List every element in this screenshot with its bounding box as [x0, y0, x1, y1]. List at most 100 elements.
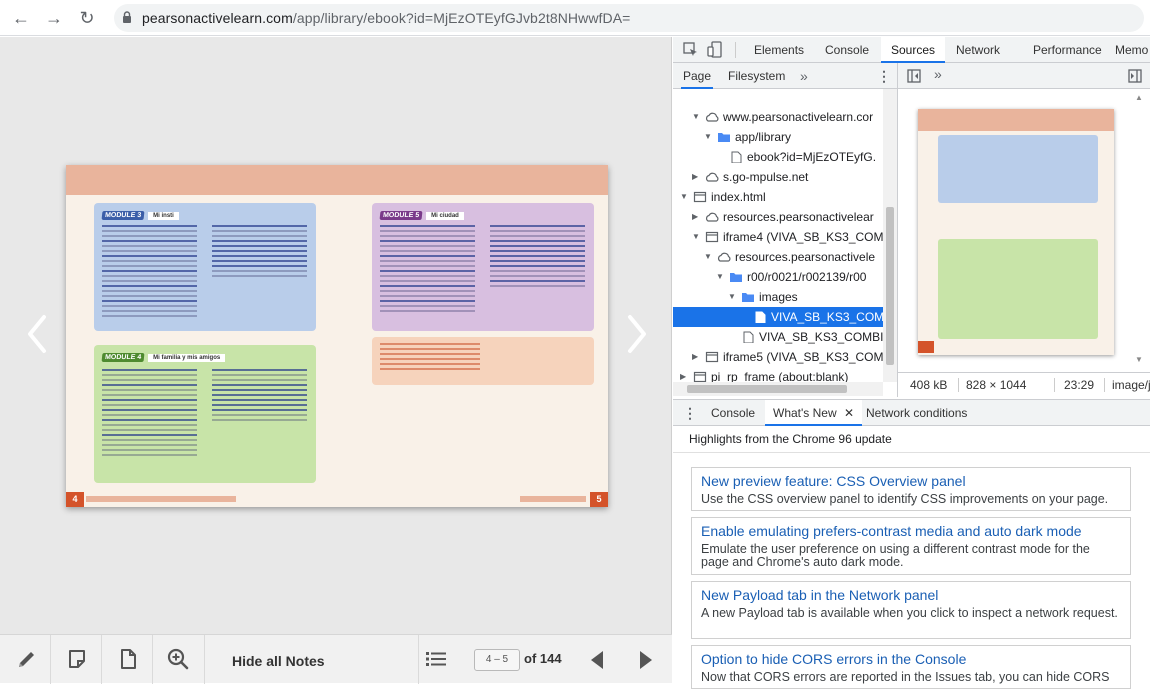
inspect-element-icon[interactable]	[683, 42, 698, 57]
sticky-note-button[interactable]	[51, 635, 102, 684]
scroll-down-arrow-icon[interactable]: ▼	[1135, 355, 1143, 364]
file-tree: ▼ www.pearsonactivelearn.cor ▼ app/library e…	[673, 89, 883, 382]
expand-triangle-icon[interactable]: ▼	[680, 187, 688, 207]
file-icon	[743, 331, 754, 343]
back-arrow-icon[interactable]: ←	[10, 7, 32, 29]
list-icon	[426, 652, 446, 666]
tab-sources[interactable]: Sources	[881, 37, 946, 63]
toggle-debugger-icon[interactable]	[1128, 69, 1142, 83]
zoom-in-icon	[167, 648, 189, 670]
drawer-tab-console[interactable]: Console	[711, 400, 755, 426]
toggle-navigator-icon[interactable]	[907, 69, 921, 83]
previous-page-icon[interactable]	[589, 649, 605, 671]
file-icon	[731, 151, 742, 163]
tree-item-label: iframe4 (VIVA_SB_KS3_COM	[723, 230, 883, 244]
tree-item[interactable]: ▼ app/library	[673, 127, 883, 147]
tab-memory[interactable]: Memo	[1115, 37, 1148, 63]
preview-info-bar: 408 kB 828 × 1044 23:29 image/jpe	[898, 372, 1150, 397]
feature-card-description: Emulate the user preference on using a d…	[701, 542, 1090, 569]
previous-page-chevron-icon[interactable]	[22, 309, 52, 359]
right-page-footer	[520, 496, 586, 502]
feature-card-title[interactable]: New preview feature: CSS Overview panel	[701, 473, 1121, 490]
image-preview: ▲ ▼	[898, 89, 1150, 371]
tree-item[interactable]: ▶ resources.pearsonactivelear	[673, 207, 883, 227]
tree-item[interactable]: ▼ iframe4 (VIVA_SB_KS3_COM	[673, 227, 883, 247]
next-page-chevron-icon[interactable]	[622, 309, 652, 359]
tree-vertical-scrollbar[interactable]	[883, 89, 897, 382]
page-button[interactable]	[102, 635, 153, 684]
close-icon[interactable]: ✕	[844, 406, 854, 420]
more-tabs-chevron-icon[interactable]: »	[934, 66, 942, 82]
tree-item[interactable]: ▶ s.go-mpulse.net	[673, 167, 883, 187]
tree-item-label: VIVA_SB_KS3_COM	[771, 310, 883, 324]
drawer-tab-whats-new[interactable]: What's New ✕	[765, 400, 863, 426]
left-page-number: 4	[66, 492, 84, 507]
tab-page[interactable]: Page	[681, 63, 714, 89]
feature-card-description: A new Payload tab is available when you …	[701, 606, 1118, 620]
preview-image	[918, 109, 1114, 355]
tree-item[interactable]: ▼ index.html	[673, 187, 883, 207]
device-toolbar-icon[interactable]	[707, 41, 723, 58]
sticky-note-icon	[69, 650, 85, 668]
feature-card-title[interactable]: Option to hide CORS errors in the Consol…	[701, 651, 1121, 668]
tree-item[interactable]: VIVA_SB_KS3_COM	[673, 307, 883, 327]
tab-network[interactable]: Network	[956, 37, 1000, 63]
feature-card-title[interactable]: Enable emulating prefers-contrast media …	[701, 523, 1121, 540]
expand-triangle-icon[interactable]: ▼	[728, 287, 736, 307]
tree-item-label: VIVA_SB_KS3_COMBI	[759, 330, 883, 344]
module-tag: MODULE 5	[379, 211, 423, 220]
tree-item[interactable]: ▼ www.pearsonactivelearn.cor	[673, 107, 883, 127]
feature-card-title[interactable]: New Payload tab in the Network panel	[701, 587, 1121, 604]
expand-triangle-icon[interactable]: ▼	[692, 107, 700, 127]
url-text: pearsonactivelearn.com/app/library/ebook…	[142, 10, 631, 26]
pencil-button[interactable]	[0, 635, 51, 684]
tree-item-label: iframe5 (VIVA_SB_KS3_COM	[723, 350, 883, 364]
tree-item[interactable]	[673, 89, 883, 97]
tree-horizontal-scrollbar[interactable]	[673, 382, 883, 396]
hide-all-notes-button[interactable]: Hide all Notes	[205, 635, 419, 684]
frame-icon	[705, 231, 719, 243]
module-tag: MODULE 3	[101, 211, 145, 220]
tab-elements[interactable]: Elements	[754, 37, 804, 63]
tree-item[interactable]: ▶ iframe5 (VIVA_SB_KS3_COM	[673, 347, 883, 367]
more-options-icon[interactable]: ⋮	[877, 63, 891, 89]
next-page-icon[interactable]	[638, 649, 654, 671]
collapse-triangle-icon[interactable]: ▶	[692, 167, 698, 187]
feature-card: New Payload tab in the Network panel A n…	[691, 581, 1131, 639]
tree-item[interactable]: ▼ images	[673, 287, 883, 307]
forward-arrow-icon[interactable]: →	[43, 7, 65, 29]
tab-console[interactable]: Console	[825, 37, 869, 63]
folder-icon	[730, 273, 742, 282]
collapse-triangle-icon[interactable]: ▶	[680, 367, 686, 382]
tree-item[interactable]: ▶ pi_rp_frame (about:blank)	[673, 367, 883, 382]
expand-triangle-icon[interactable]: ▼	[716, 267, 724, 287]
more-tabs-chevron-icon[interactable]: »	[800, 63, 808, 89]
sources-panel: Page Filesystem » ⋮ ▼ www.pearsonactivele…	[673, 63, 1150, 397]
scroll-up-arrow-icon[interactable]: ▲	[1135, 93, 1143, 102]
drawer-menu-icon[interactable]: ⋮	[683, 400, 697, 426]
tab-performance[interactable]: Performance	[1033, 37, 1102, 63]
tree-item[interactable]: ▼ resources.pearsonactivele	[673, 247, 883, 267]
devtools-drawer: ⋮ Console What's New ✕ Network condition…	[673, 399, 1150, 689]
page-number-input[interactable]: 4 – 5	[474, 649, 520, 671]
tree-item[interactable]: VIVA_SB_KS3_COMBI	[673, 327, 883, 347]
document-icon	[121, 649, 136, 669]
frame-icon	[693, 371, 707, 382]
feature-card-description: Now that CORS errors are reported in the…	[701, 670, 1110, 684]
contents-list-button[interactable]	[419, 635, 457, 684]
collapse-triangle-icon[interactable]: ▶	[692, 207, 698, 227]
zoom-button[interactable]	[153, 635, 205, 684]
expand-triangle-icon[interactable]: ▼	[704, 127, 712, 147]
expand-triangle-icon[interactable]: ▼	[704, 247, 712, 267]
tree-item[interactable]: ebook?id=MjEzOTEyfG.	[673, 147, 883, 167]
collapse-triangle-icon[interactable]: ▶	[692, 347, 698, 367]
page-count-label: of 144	[524, 651, 562, 666]
reload-icon[interactable]: ↻	[76, 7, 98, 29]
drawer-tab-network-conditions[interactable]: Network conditions	[866, 400, 967, 426]
feature-card-description: Use the CSS overview panel to identify C…	[701, 492, 1109, 506]
tab-filesystem[interactable]: Filesystem	[728, 63, 785, 89]
expand-triangle-icon[interactable]: ▼	[692, 227, 700, 247]
address-bar[interactable]: pearsonactivelearn.com/app/library/ebook…	[114, 4, 1144, 32]
tree-item-label: ebook?id=MjEzOTEyfG.	[747, 150, 877, 164]
tree-item[interactable]: ▼ r00/r0021/r002139/r00	[673, 267, 883, 287]
